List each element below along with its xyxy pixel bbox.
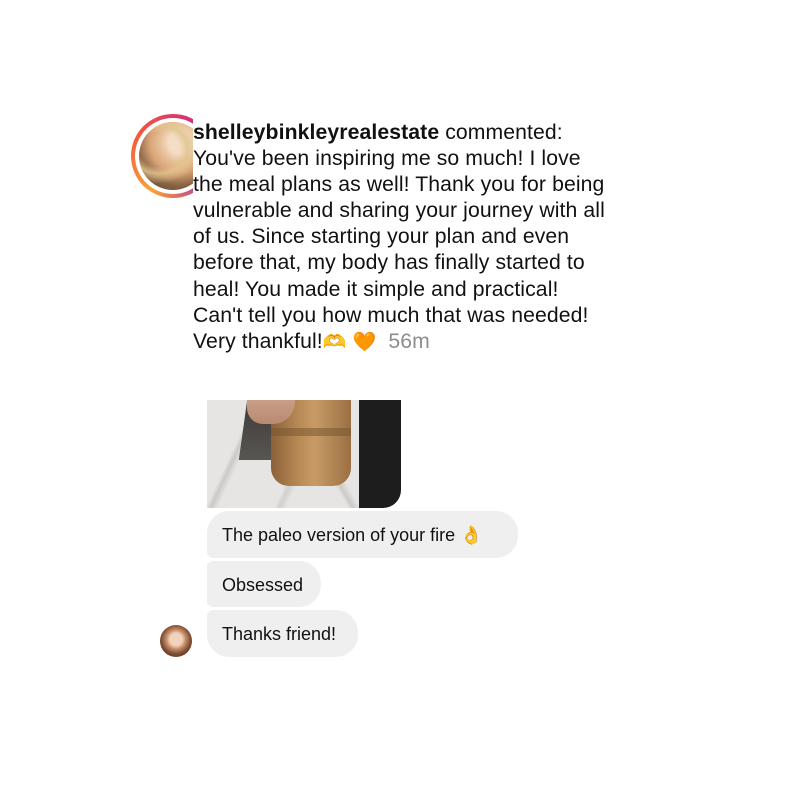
- message-bubble[interactable]: Thanks friend!: [207, 610, 358, 657]
- message-text: Obsessed: [222, 575, 304, 595]
- heart-hands-icon: 🫶: [322, 330, 347, 353]
- comment-notification: shelleybinkleyrealestate commented: You'…: [193, 120, 663, 355]
- message-text: Thanks friend!: [222, 624, 337, 644]
- message-bubble[interactable]: Obsessed: [207, 561, 321, 607]
- message-text: The paleo version of your fire: [222, 525, 456, 545]
- comment-action: commented:: [445, 121, 563, 144]
- comment-line: vulnerable and sharing your journey with…: [193, 199, 605, 223]
- comment-line: before that, my body has finally started…: [193, 251, 585, 275]
- comment-line: You've been inspiring me so much! I love: [193, 147, 581, 171]
- screenshot: shelleybinkleyrealestate commented: You'…: [0, 0, 800, 800]
- comment-line: of us. Since starting your plan and even: [193, 225, 570, 249]
- comment-line: Very thankful!: [193, 329, 323, 353]
- comment-line: the meal plans as well! Thank you for be…: [193, 173, 605, 197]
- shared-photo-message[interactable]: [207, 400, 401, 508]
- comment-timestamp: 56m: [388, 329, 430, 353]
- orange-heart-icon: 🧡: [352, 330, 377, 353]
- ok-hand-icon: 👌: [460, 525, 483, 546]
- commenter-username[interactable]: shelleybinkleyrealestate: [193, 121, 439, 144]
- comment-line: Can't tell you how much that was needed!: [193, 303, 589, 327]
- commenter-avatar[interactable]: [131, 110, 193, 202]
- message-bubble[interactable]: The paleo version of your fire 👌: [207, 511, 518, 558]
- sender-avatar[interactable]: [160, 625, 192, 657]
- comment-last-line: Very thankful!🫶 🧡 56m: [193, 329, 663, 355]
- comment-header: shelleybinkleyrealestate commented:: [193, 120, 663, 146]
- comment-line: heal! You made it simple and practical!: [193, 277, 559, 301]
